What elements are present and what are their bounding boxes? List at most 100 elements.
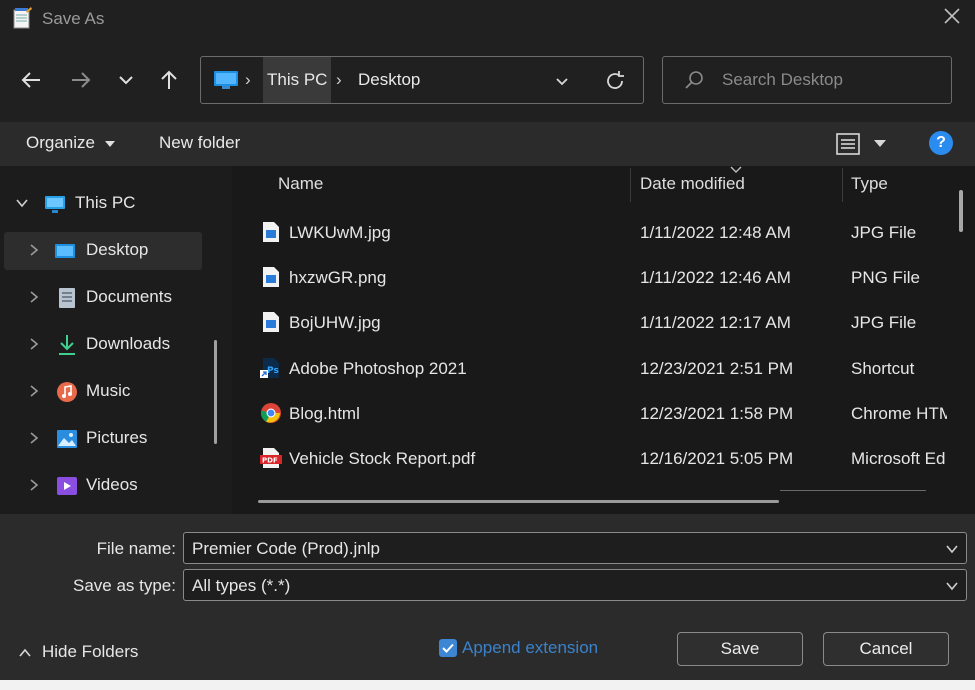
file-date: 12/23/2021 1:58 PM — [640, 404, 794, 423]
notepad-icon — [13, 7, 32, 29]
search-icon — [685, 71, 703, 89]
window-title: Save As — [42, 9, 105, 28]
file-name: LWKUwM.jpg — [289, 223, 391, 242]
column-divider[interactable] — [630, 168, 631, 202]
view-details-icon[interactable] — [836, 132, 862, 156]
breadcrumb-separator: › — [245, 70, 251, 89]
hide-folders-button[interactable]: Hide Folders — [18, 642, 138, 662]
forward-button[interactable] — [67, 66, 95, 94]
desktop-icon — [55, 244, 75, 258]
svg-text:PDF: PDF — [262, 457, 278, 465]
file-row[interactable]: Ps Adobe Photoshop 2021 12/23/2021 2:51 … — [232, 346, 952, 390]
sidebar-item-label: Desktop — [86, 240, 149, 259]
chevron-down-icon[interactable] — [551, 70, 573, 92]
sidebar-item-desktop[interactable]: Desktop — [4, 232, 202, 270]
breadcrumb-this-pc[interactable]: This PC — [263, 57, 332, 103]
command-bar: Organize New folder ? — [0, 122, 975, 166]
search-box[interactable]: Search Desktop — [662, 56, 952, 104]
sidebar-item-label: Downloads — [86, 334, 171, 353]
column-header-name[interactable]: Name — [278, 174, 323, 194]
sidebar-item-this-pc[interactable]: This PC — [4, 185, 202, 223]
append-extension-label[interactable]: Append extension — [462, 638, 598, 658]
file-row[interactable]: PDF Vehicle Stock Report.pdf 12/16/2021 … — [232, 436, 952, 480]
chevron-right-icon[interactable] — [26, 383, 42, 399]
photoshop-shortcut-icon: Ps — [260, 358, 279, 378]
column-header-date-modified[interactable]: Date modified — [640, 174, 745, 194]
chevron-right-icon[interactable] — [26, 242, 42, 258]
save-type-select[interactable]: All types (*.*) — [183, 569, 967, 601]
new-folder-button[interactable]: New folder — [159, 133, 240, 153]
organize-menu[interactable]: Organize — [26, 133, 116, 153]
save-button[interactable]: Save — [677, 632, 803, 666]
breadcrumb-separator: › — [336, 70, 342, 89]
image-file-icon — [263, 312, 279, 332]
pictures-icon — [57, 430, 77, 448]
sidebar-item-music[interactable]: Music — [4, 373, 202, 411]
save-type-value: All types (*.*) — [192, 576, 291, 595]
file-type: Microsoft Ed — [851, 449, 946, 468]
breadcrumb-desktop[interactable]: Desktop — [354, 57, 424, 103]
sidebar-item-documents[interactable]: Documents — [4, 279, 202, 317]
help-icon[interactable]: ? — [929, 131, 953, 155]
chevron-down-icon[interactable] — [944, 541, 960, 557]
file-date: 12/16/2021 5:05 PM — [640, 449, 794, 468]
navigation-pane: This PC Desktop Documents Downloads Musi… — [0, 166, 232, 514]
file-date: 1/11/2022 12:48 AM — [640, 223, 791, 242]
file-name-label: File name: — [96, 539, 176, 558]
sidebar-item-downloads[interactable]: Downloads — [4, 326, 202, 364]
chevron-right-icon[interactable] — [26, 430, 42, 446]
sidebar-item-label: Videos — [86, 475, 138, 494]
file-row[interactable]: hxzwGR.png 1/11/2022 12:46 AM PNG File — [232, 255, 952, 299]
chevron-right-icon[interactable] — [26, 477, 42, 493]
file-name-field[interactable]: Premier Code (Prod).jnlp — [183, 532, 967, 564]
caret-down-icon[interactable] — [872, 137, 888, 149]
sidebar-item-pictures[interactable]: Pictures — [4, 420, 202, 458]
file-name: Vehicle Stock Report.pdf — [289, 449, 476, 468]
chevron-down-icon[interactable] — [944, 578, 960, 594]
chevron-down-icon[interactable] — [14, 195, 30, 211]
file-name: hxzwGR.png — [289, 268, 387, 287]
file-type: PNG File — [851, 268, 920, 287]
chevron-up-icon — [19, 648, 31, 657]
sidebar-item-label: Pictures — [86, 428, 148, 447]
file-date: 12/23/2021 2:51 PM — [640, 359, 794, 378]
sidebar-scrollbar[interactable] — [214, 340, 217, 444]
image-file-icon — [263, 267, 279, 287]
column-header-type[interactable]: Type — [851, 174, 888, 194]
sidebar-item-label: Documents — [86, 287, 172, 306]
file-row[interactable]: BojUHW.jpg 1/11/2022 12:17 AM JPG File — [232, 300, 952, 344]
back-button[interactable] — [17, 66, 45, 94]
chevron-right-icon[interactable] — [26, 289, 42, 305]
append-extension-checkbox[interactable] — [439, 639, 457, 657]
arrow-right-icon — [72, 72, 91, 88]
address-bar[interactable]: › This PC › Desktop — [200, 56, 644, 104]
this-pc-icon — [214, 71, 238, 89]
sidebar-item-videos[interactable]: Videos — [4, 467, 202, 505]
cancel-button[interactable]: Cancel — [823, 632, 949, 666]
file-row[interactable]: Blog.html 12/23/2021 1:58 PM Chrome HTM — [232, 391, 952, 435]
close-button[interactable] — [941, 7, 963, 29]
hide-folders-label: Hide Folders — [42, 642, 139, 661]
file-row[interactable]: LWKUwM.jpg 1/11/2022 12:48 AM JPG File — [232, 210, 952, 254]
arrow-up-icon — [161, 70, 177, 89]
save-type-label: Save as type: — [72, 576, 176, 595]
file-type: Shortcut — [851, 359, 915, 378]
refresh-icon[interactable] — [603, 69, 627, 93]
arrow-left-icon — [21, 72, 40, 88]
title-bar: Save As — [0, 0, 975, 38]
sort-indicator-icon — [730, 166, 742, 173]
chrome-icon — [260, 403, 281, 423]
recent-locations-button[interactable] — [112, 66, 140, 94]
chevron-right-icon[interactable] — [26, 336, 42, 352]
column-divider[interactable] — [842, 168, 843, 202]
file-name-value: Premier Code (Prod).jnlp — [192, 539, 381, 558]
svg-text:Ps: Ps — [267, 366, 279, 376]
file-type: Chrome HTM — [851, 404, 947, 423]
vertical-scrollbar[interactable] — [959, 190, 963, 232]
up-button[interactable] — [155, 66, 183, 94]
sidebar-item-label: Music — [86, 381, 131, 400]
checkmark-icon — [442, 643, 454, 653]
chevron-down-icon — [119, 76, 133, 85]
horizontal-scrollbar[interactable] — [258, 500, 779, 503]
file-name: Blog.html — [289, 404, 360, 423]
